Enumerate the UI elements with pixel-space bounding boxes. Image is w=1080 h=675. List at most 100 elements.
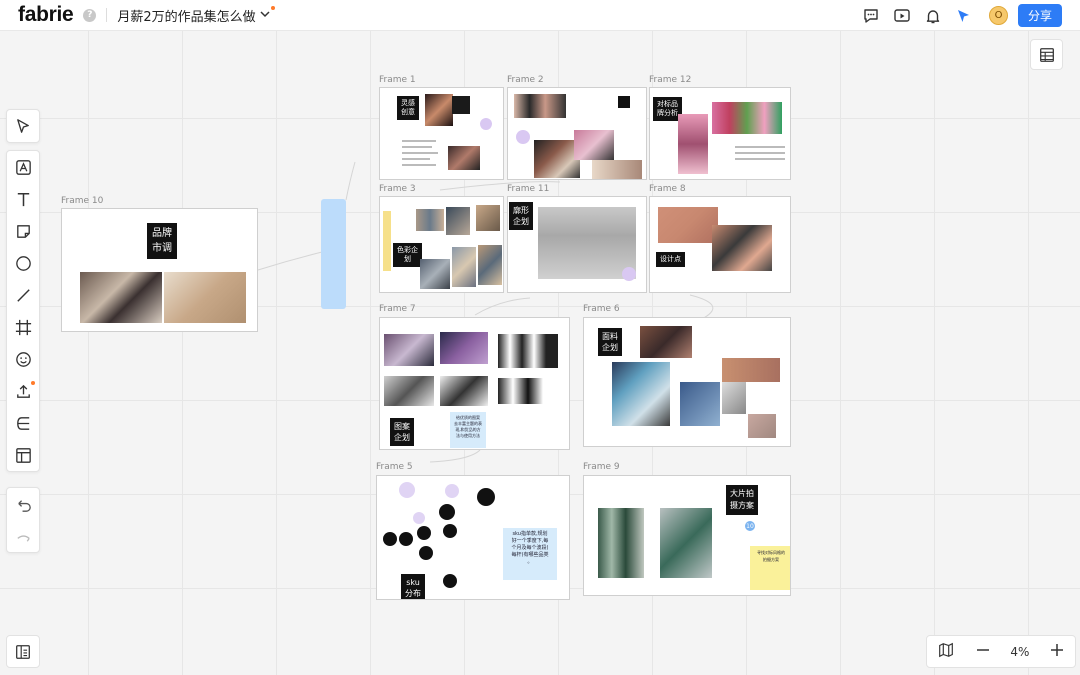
frame-2[interactable] [507, 87, 647, 180]
text-tool[interactable] [7, 183, 39, 215]
color-bar [383, 211, 391, 271]
sticky-note-tool[interactable] [7, 215, 39, 247]
mindmap-node [419, 546, 433, 560]
select-tool-group [6, 109, 40, 143]
redo-icon [16, 534, 30, 542]
frame-3[interactable]: 色彩企 划 [379, 196, 504, 293]
chevron-down-icon[interactable] [260, 5, 275, 21]
frame-11-label: Frame 11 [507, 184, 550, 194]
photo [478, 245, 502, 285]
divider [106, 8, 108, 22]
upload-icon [16, 384, 30, 398]
select-tool[interactable] [7, 110, 39, 142]
mindmap-node [399, 482, 415, 498]
photo [722, 382, 746, 414]
photo [420, 259, 450, 289]
undo-button[interactable] [7, 488, 39, 520]
photo [598, 508, 644, 578]
mindmap-node [383, 532, 397, 546]
comment-count-badge[interactable]: 10 [744, 520, 756, 532]
frame-9-sticky-note[interactable]: 寻找对标风格的 拍摄方案 [750, 546, 790, 590]
text-line [402, 146, 432, 148]
frame-5[interactable]: sku 分布 sku指单款,规划 好一个季度下,每 个月及每个波段( 每杆)有哪… [376, 475, 570, 600]
redo-button[interactable] [7, 520, 39, 552]
frame-7-sticky-note[interactable]: 给优质的图案 去丰富主题的表 现,和货品的方 法与使用方法 [450, 412, 486, 448]
photo [538, 207, 636, 279]
bell-icon[interactable] [923, 6, 943, 26]
frame-3-label: Frame 3 [379, 184, 416, 194]
placeholder-shape[interactable] [321, 199, 346, 309]
frame-8-label: Frame 8 [649, 184, 686, 194]
photo [680, 382, 720, 426]
photo [618, 96, 630, 108]
frame-5-label: Frame 5 [376, 462, 413, 472]
minimap-icon[interactable] [937, 641, 955, 662]
frame-6[interactable]: 面料 企划 [583, 317, 791, 447]
mindmap-node [399, 532, 413, 546]
shape-tool[interactable] [7, 247, 39, 279]
cursor-share-icon[interactable] [954, 6, 974, 26]
line-tool[interactable] [7, 279, 39, 311]
frame-12[interactable]: 对标品 牌分析 [649, 87, 791, 180]
frame-9-badge: 大片拍 摄方案 [726, 485, 758, 515]
photo [612, 362, 670, 426]
zoom-level[interactable]: 4% [1010, 645, 1029, 659]
frame-5-badge: sku 分布 [401, 574, 425, 599]
text-line [735, 146, 785, 148]
photo [722, 358, 780, 382]
zoom-in-button[interactable] [1049, 642, 1065, 661]
circle-icon [15, 255, 31, 271]
upload-tool[interactable] [7, 375, 39, 407]
ai-text-tool[interactable] [7, 151, 39, 183]
text-line [735, 158, 785, 160]
frame-1[interactable]: 灵感 创意 [379, 87, 504, 180]
help-icon[interactable]: ? [83, 8, 97, 22]
frame-1-badge: 灵感 创意 [397, 96, 419, 120]
photo [448, 146, 480, 170]
photo [440, 376, 488, 406]
whiteboard-canvas[interactable]: Frame 10 品牌 市调 Frame 1 灵感 创意 Frame 2 Fra… [0, 30, 1080, 675]
frame-2-label: Frame 2 [507, 75, 544, 85]
photo [712, 225, 772, 271]
template-tool[interactable] [7, 439, 39, 471]
template-icon [15, 447, 31, 463]
frame-5-sticky-note[interactable]: sku指单款,规划 好一个季度下,每 个月及每个波段( 每杆)有哪些品类 。 [503, 528, 557, 580]
photo [452, 96, 470, 114]
frame-9[interactable]: 大片拍 摄方案 10 寻找对标风格的 拍摄方案 [583, 475, 791, 596]
document-title[interactable]: 月薪2万的作品集怎么做 [117, 6, 255, 25]
text-line [402, 158, 430, 160]
sidebar-panel-icon [16, 644, 30, 659]
frame-tool[interactable] [7, 311, 39, 343]
pointer-icon [16, 118, 29, 133]
zoom-out-button[interactable] [975, 642, 991, 661]
photo [416, 209, 444, 231]
frame-8-badge: 设计点 [656, 252, 685, 267]
table-view-button[interactable] [1030, 39, 1063, 70]
mindmap-node [443, 574, 457, 588]
photo [640, 326, 692, 358]
photo [748, 414, 776, 438]
frame-8[interactable]: 设计点 [649, 196, 791, 293]
photo [514, 94, 566, 118]
frame-9-label: Frame 9 [583, 462, 620, 472]
frame-11[interactable]: 廓形 企划 [507, 196, 647, 293]
avatar[interactable]: O [989, 6, 1008, 25]
text-line [735, 152, 785, 154]
frame-1-label: Frame 1 [379, 75, 416, 85]
frame-7[interactable]: 图案 企划 给优质的图案 去丰富主题的表 现,和货品的方 法与使用方法 [379, 317, 570, 450]
photo [384, 376, 434, 406]
mindmap-node [445, 484, 459, 498]
share-button[interactable]: 分享 [1018, 4, 1062, 27]
mindmap-node [413, 512, 425, 524]
comment-icon[interactable] [861, 6, 881, 26]
frame-10[interactable]: 品牌 市调 [61, 208, 258, 332]
mindmap-icon [16, 416, 29, 430]
left-toolbar [6, 150, 40, 472]
outline-panel-button[interactable] [6, 635, 40, 668]
photo [516, 130, 530, 144]
app-logo[interactable]: fabrie [18, 3, 74, 27]
present-icon[interactable] [892, 6, 912, 26]
emoji-tool[interactable] [7, 343, 39, 375]
table-icon [1039, 47, 1054, 62]
mindmap-tool[interactable] [7, 407, 39, 439]
